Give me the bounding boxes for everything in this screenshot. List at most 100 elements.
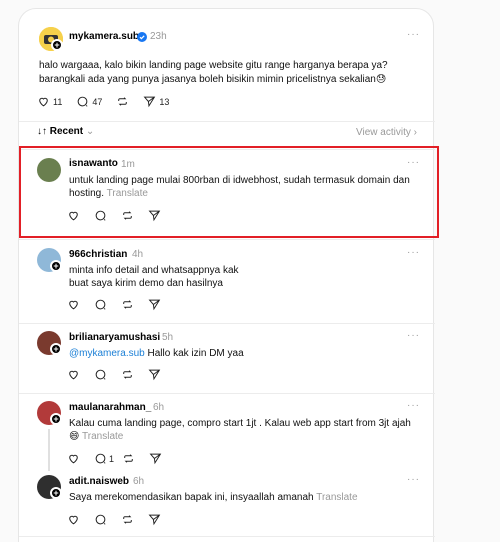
comment-button[interactable]	[94, 368, 107, 381]
share-button[interactable]	[148, 298, 161, 311]
comment-icon	[95, 514, 106, 525]
repost-button[interactable]	[121, 513, 134, 526]
more-button[interactable]: ···	[407, 247, 420, 258]
repost-icon	[123, 515, 132, 524]
translate-link[interactable]: Translate	[316, 492, 357, 503]
divider	[19, 239, 435, 240]
repost-icon	[123, 300, 132, 309]
heart-icon	[69, 515, 78, 525]
send-icon	[148, 369, 161, 381]
comment-button[interactable]: 47	[76, 95, 102, 108]
comment-button[interactable]: 1	[94, 452, 114, 465]
send-icon	[148, 299, 161, 311]
translate-link[interactable]: Translate	[82, 431, 123, 442]
reply-actions	[67, 298, 175, 311]
repost-button[interactable]	[121, 298, 134, 311]
comment-count: 1	[109, 453, 115, 464]
reply-text-line1: Hallo kak izin DM yaa	[144, 348, 244, 359]
reply-time: 6h	[133, 476, 145, 487]
repost-button[interactable]	[122, 452, 135, 465]
reply-time: 4h	[132, 249, 144, 260]
repost-icon	[123, 370, 132, 379]
share-button[interactable]	[148, 368, 161, 381]
reply-text-line1: minta info detail and whatsappnya kak	[69, 265, 239, 276]
more-button[interactable]: ···	[407, 474, 420, 485]
sort-label: ↓↑ Recent	[37, 126, 84, 137]
verified-badge-icon	[137, 32, 147, 42]
reply-text-wrap: Saya merekomendasikan bapak ini, insyaal…	[69, 491, 435, 505]
chevron-right-icon: ›	[413, 127, 417, 138]
share-button[interactable]	[148, 513, 161, 526]
comment-icon	[95, 369, 106, 380]
like-button[interactable]: 11	[37, 95, 62, 108]
comment-button[interactable]	[94, 513, 107, 526]
comment-icon	[78, 96, 88, 107]
op-actions: 11 47 13	[37, 95, 183, 108]
comment-icon	[95, 299, 106, 310]
like-count: 11	[53, 96, 63, 107]
share-button[interactable]: 13	[143, 95, 169, 108]
reply-username[interactable]: adit.naisweb	[69, 476, 129, 487]
reply-text-wrap: @mykamera.sub Hallo kak izin DM yaa	[69, 347, 429, 361]
heart-icon	[69, 454, 78, 464]
mention-link[interactable]: @mykamera.sub	[69, 348, 145, 359]
reply-time: 6h	[153, 402, 165, 413]
send-icon	[149, 453, 162, 465]
heart-icon	[69, 370, 78, 380]
reply-text-line1: Saya merekomendasikan bapak ini, insyaal…	[69, 492, 314, 503]
comment-count: 47	[92, 96, 103, 107]
op-emoji: 😓	[375, 74, 387, 85]
like-button[interactable]	[67, 368, 80, 381]
repost-button[interactable]	[121, 368, 134, 381]
reply-text-line2: buat saya kirim demo dan hasilnya	[69, 278, 223, 289]
like-button[interactable]	[67, 452, 80, 465]
more-button[interactable]: ···	[407, 400, 420, 411]
like-button[interactable]	[67, 513, 80, 526]
reply-username[interactable]: brilianaryamushasi	[69, 332, 160, 343]
chevron-down-icon: ⌄	[85, 126, 95, 137]
comment-button[interactable]	[94, 298, 107, 311]
like-button[interactable]	[67, 298, 80, 311]
repost-icon	[124, 454, 133, 463]
more-button[interactable]: ···	[407, 330, 420, 341]
send-icon	[143, 96, 156, 108]
thread-card: + mykamera.sub 23h ··· halo wargaaa, kal…	[18, 8, 435, 542]
reply-emoji: 😄	[69, 431, 80, 442]
follow-plus-icon[interactable]: +	[50, 413, 62, 425]
heart-icon	[39, 97, 48, 107]
op-text-line2-wrap: barangkali ada yang punya jasanya boleh …	[39, 73, 429, 87]
divider	[19, 536, 435, 537]
thread-line	[48, 429, 50, 471]
sort-recent-button[interactable]: ↓↑ Recent ⌄	[37, 126, 94, 137]
heart-icon	[69, 300, 78, 310]
op-more-button[interactable]: ···	[407, 29, 420, 40]
reply-text-line1: Kalau cuma landing page, compro start 1j…	[69, 418, 411, 429]
follow-plus-icon[interactable]: +	[50, 487, 62, 499]
op-text-line2: barangkali ada yang punya jasanya boleh …	[39, 74, 376, 85]
highlight-box	[19, 146, 439, 238]
send-icon	[148, 514, 161, 526]
divider	[19, 323, 435, 324]
op-text-line1: halo wargaaa, kalo bikin landing page we…	[39, 60, 388, 71]
reply-actions: 1	[67, 452, 176, 465]
divider	[19, 121, 435, 122]
reply-text-line2-wrap: 😄 Translate	[69, 430, 123, 444]
reply-time: 5h	[162, 332, 174, 343]
repost-button[interactable]	[116, 95, 129, 108]
reply-username[interactable]: maulanarahman_	[69, 402, 151, 413]
repost-icon	[118, 97, 128, 106]
op-time: 23h	[150, 31, 167, 42]
comment-icon	[95, 453, 106, 464]
share-count: 13	[159, 96, 170, 107]
follow-plus-icon[interactable]: +	[50, 343, 62, 355]
reply-username[interactable]: 966christian	[69, 249, 127, 260]
divider	[19, 393, 435, 394]
reply-actions	[67, 368, 175, 381]
op-username[interactable]: mykamera.sub	[69, 31, 139, 42]
reply-actions	[67, 513, 175, 526]
view-activity-link[interactable]: View activity ›	[356, 127, 417, 138]
follow-plus-icon[interactable]: +	[51, 39, 63, 51]
share-button[interactable]	[149, 452, 162, 465]
view-activity-label: View activity	[356, 127, 411, 138]
follow-plus-icon[interactable]: +	[50, 260, 62, 272]
